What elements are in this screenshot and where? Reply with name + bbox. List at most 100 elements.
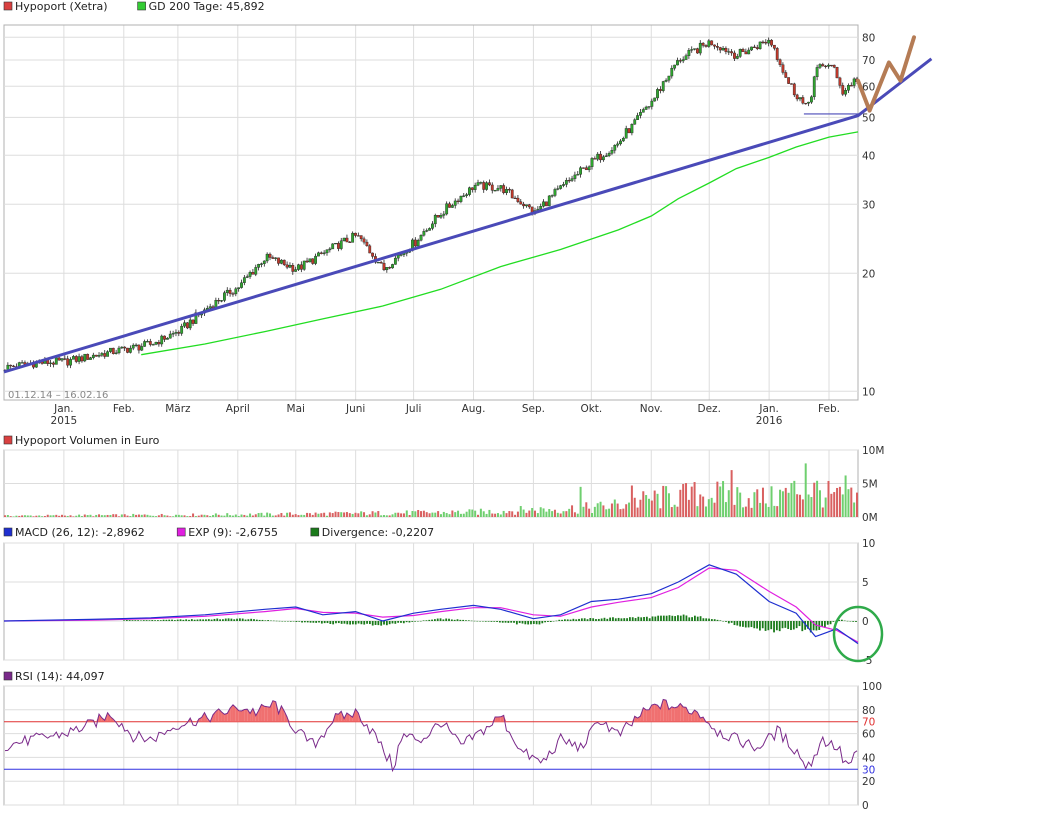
candle-body <box>371 252 374 257</box>
divergence-bar <box>761 621 764 629</box>
divergence-bar <box>679 615 682 621</box>
volume-bar <box>75 515 78 517</box>
candle-body <box>183 322 186 327</box>
candle-body <box>676 60 679 66</box>
volume-bar <box>667 493 670 517</box>
divergence-bar <box>583 618 586 621</box>
candle-body <box>109 347 112 352</box>
divergence-bar <box>312 621 315 623</box>
divergence-bar <box>558 619 561 621</box>
divergence-bar <box>131 620 134 621</box>
divergence-bar <box>125 620 128 621</box>
divergence-bar <box>654 616 657 621</box>
candle-body <box>305 260 309 263</box>
divergence-bar <box>179 619 182 621</box>
divergence-bar <box>603 617 606 621</box>
candle-body <box>77 356 81 362</box>
volume-bar <box>724 502 727 517</box>
candle-body <box>755 47 759 49</box>
divergence-bar <box>414 621 417 622</box>
volume-bar <box>742 507 745 517</box>
macd-legend-swatch-0 <box>3 527 13 537</box>
candle-body <box>63 358 67 360</box>
volume-bar <box>790 483 793 517</box>
macd-legend-label-0: MACD (26, 12): -2,8962 <box>15 526 145 539</box>
divergence-bar <box>213 618 216 621</box>
divergence-bar <box>224 618 227 621</box>
candle-body <box>630 124 634 134</box>
divergence-bar <box>561 619 563 621</box>
volume-ytick-1: 5M <box>862 479 878 491</box>
candle-body <box>775 48 779 60</box>
divergence-bar <box>572 618 575 621</box>
rsi-fill-segment <box>651 704 655 722</box>
divergence-bar <box>134 620 137 621</box>
candle-body <box>143 341 147 347</box>
volume-bar <box>730 470 733 517</box>
candle-body <box>479 182 483 184</box>
candle-body <box>260 263 263 265</box>
volume-bar <box>214 513 217 517</box>
volume-bar <box>163 515 166 517</box>
divergence-bar <box>185 619 188 621</box>
divergence-bar <box>628 617 631 621</box>
candle-body <box>288 265 292 268</box>
volume-bar <box>340 512 343 517</box>
divergence-bar <box>623 618 626 621</box>
divergence-bar <box>634 618 637 621</box>
macd-ytick-2: 5 <box>862 577 869 589</box>
volume-bar <box>531 508 534 517</box>
candle-body <box>317 252 320 257</box>
volume-bar <box>206 515 209 517</box>
candle-body <box>80 356 84 362</box>
candle-body <box>166 337 169 340</box>
candle-body <box>257 264 261 268</box>
volume-bar <box>43 516 46 517</box>
volume-bars <box>4 463 858 517</box>
volume-bar <box>516 511 519 517</box>
volume-bar <box>670 507 673 517</box>
candle-body <box>163 335 166 340</box>
volume-bar <box>710 497 713 517</box>
candle-body <box>302 260 306 270</box>
candle-body <box>502 185 506 194</box>
divergence-bar <box>691 617 693 621</box>
volume-bar <box>582 506 585 517</box>
volume-bar <box>95 514 98 517</box>
divergence-bar <box>465 620 467 621</box>
volume-bar <box>172 516 175 517</box>
candle-body <box>545 201 548 207</box>
volume-bar <box>496 513 499 517</box>
divergence-bar <box>739 621 742 627</box>
divergence-bar <box>530 621 532 625</box>
divergence-bar <box>236 618 238 621</box>
volume-bar <box>485 513 488 517</box>
candle-body <box>94 354 98 357</box>
candle-body <box>174 332 178 334</box>
divergence-bar <box>798 621 801 627</box>
candle-body <box>393 257 397 265</box>
volume-bar <box>568 508 571 517</box>
price-ytick-0: 10 <box>862 386 875 398</box>
candle-body <box>391 264 394 269</box>
volume-bar <box>374 512 377 517</box>
price-ytick-6: 70 <box>862 55 875 67</box>
candle-body <box>322 252 326 254</box>
divergence-bar <box>612 617 614 621</box>
candle-body <box>146 341 149 343</box>
rsi-level-label-70: 70 <box>862 717 875 729</box>
candle-body <box>388 267 392 269</box>
divergence-bar <box>357 621 360 624</box>
candle-body <box>599 153 602 161</box>
candle-body <box>490 184 494 191</box>
divergence-bar <box>188 619 190 621</box>
divergence-bar <box>781 621 784 629</box>
price-xtick-2: März <box>165 403 191 415</box>
volume-bar <box>630 485 633 517</box>
volume-bar <box>801 499 804 517</box>
price-ytick-7: 80 <box>862 32 875 44</box>
rsi-ytick-5: 100 <box>862 681 882 693</box>
candle-body <box>519 201 523 205</box>
candle-body <box>126 347 129 353</box>
divergence-bar <box>349 621 352 625</box>
